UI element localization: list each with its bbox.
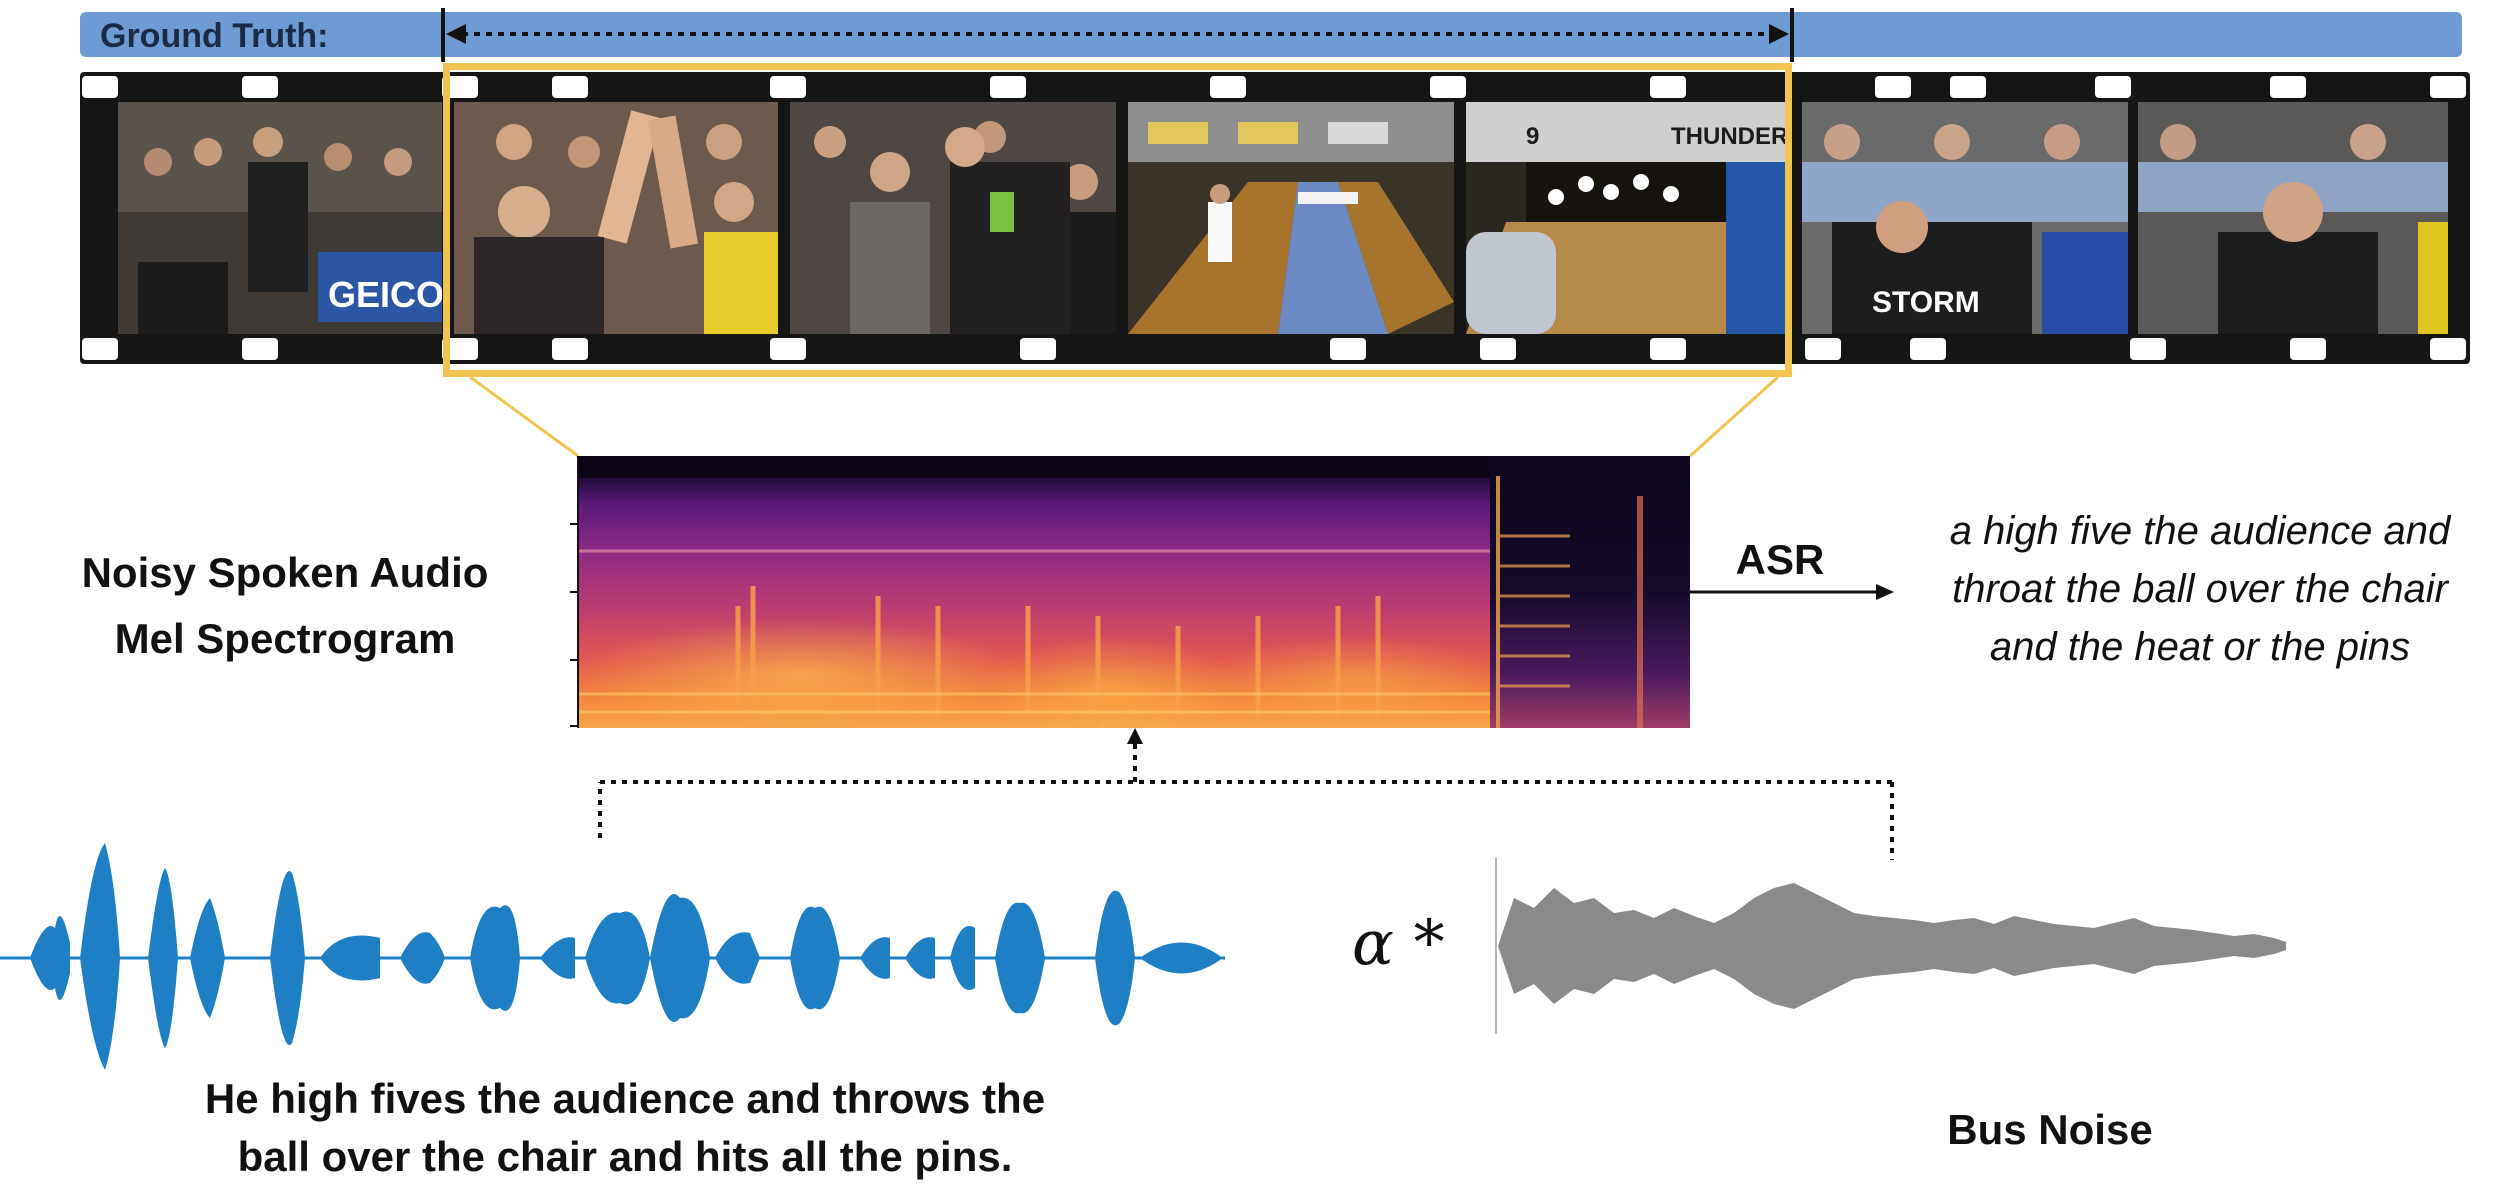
transcript-line1: He high fives the audience and throws th… xyxy=(204,1075,1046,1122)
bus-noise-waveform xyxy=(1495,858,2286,1034)
noise-scale-alpha: α * xyxy=(1352,906,1445,979)
transcript-caption: He high fives the audience and throws th… xyxy=(60,1070,1190,1186)
transcript-line2: ball over the chair and hits all the pin… xyxy=(237,1133,1013,1180)
clean-speech-waveform xyxy=(0,843,1225,1070)
noise-caption: Bus Noise xyxy=(1947,1106,2153,1153)
